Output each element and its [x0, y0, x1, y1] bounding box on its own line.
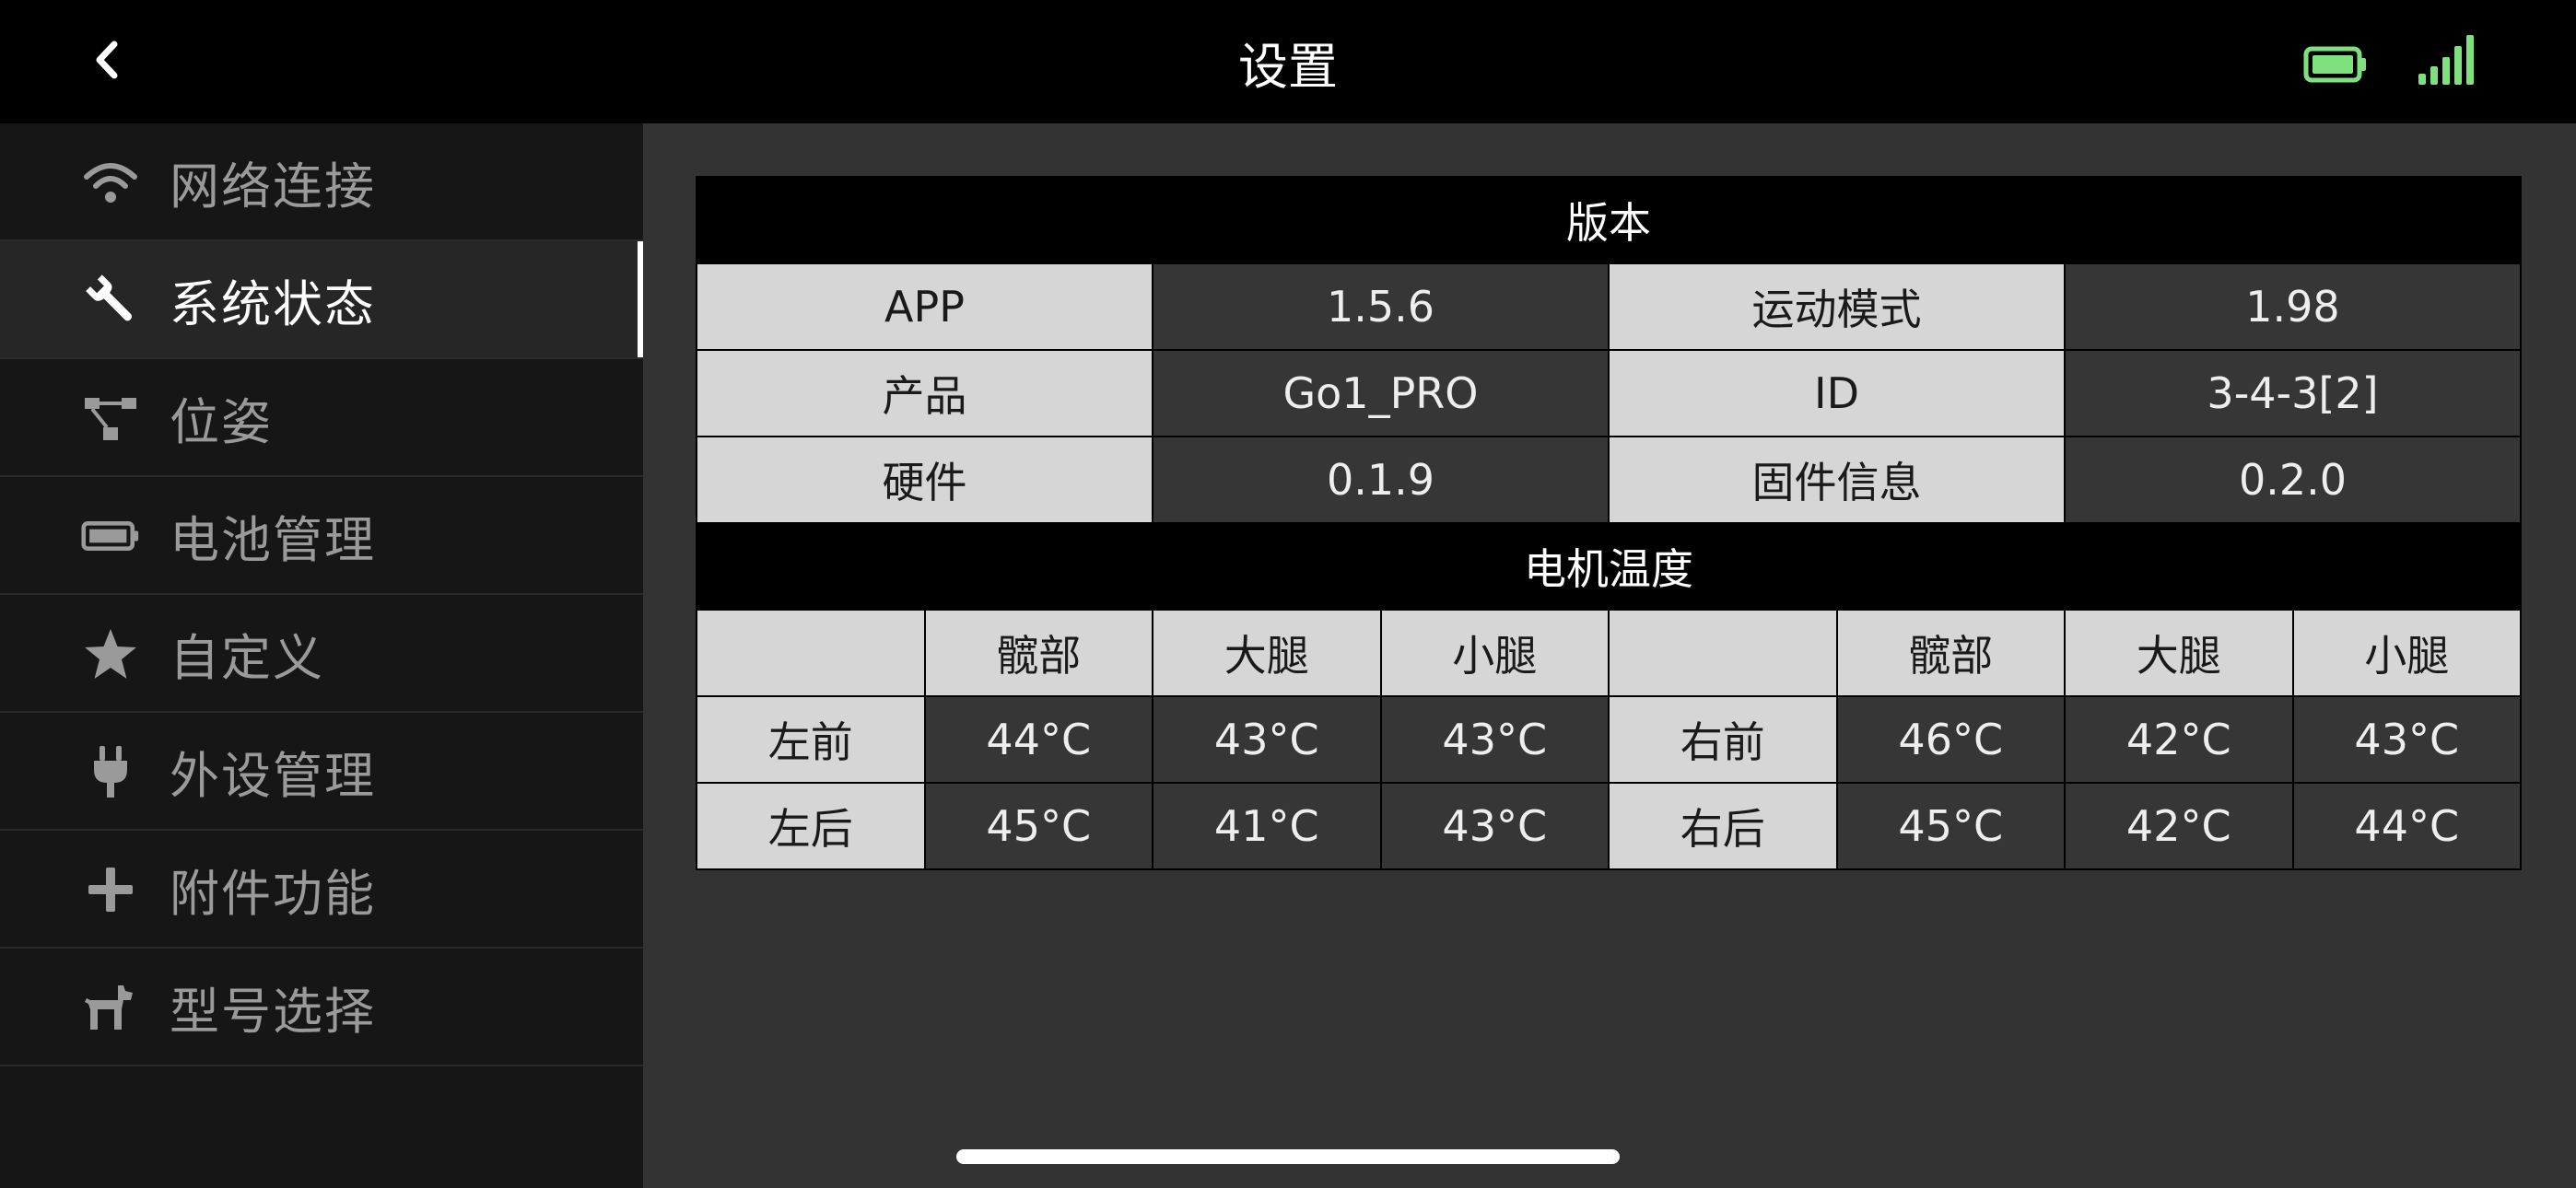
sidebar-item-label: 自定义 — [170, 628, 324, 687]
version-value: 1.5.6 — [1152, 262, 1610, 351]
sidebar-item-label: 型号选择 — [170, 982, 376, 1041]
temperature-value: 43°C — [2291, 695, 2522, 784]
temperature-value: 45°C — [923, 782, 1153, 870]
column-header: 小腿 — [1379, 609, 1610, 697]
version-value: Go1_PRO — [1152, 349, 1610, 437]
signal-strength-icon — [2418, 35, 2474, 85]
temperature-value: 42°C — [2064, 695, 2294, 784]
version-value: 0.2.0 — [2064, 436, 2522, 524]
motor-temp-column-row: 髋部 大腿 小腿 髋部 大腿 小腿 — [696, 609, 2522, 697]
sidebar-item-battery[interactable]: 电池管理 — [0, 477, 643, 595]
temperature-value: 43°C — [1379, 782, 1610, 870]
motor-temp-row: 左前 44°C 43°C 43°C 右前 46°C 42°C 43°C — [696, 695, 2522, 784]
sidebar-item-label: 附件功能 — [170, 864, 376, 923]
temperature-value: 46°C — [1835, 695, 2066, 784]
version-row: 硬件 0.1.9 固件信息 0.2.0 — [696, 436, 2522, 524]
screen: 设置 网络连接 系统状态 位姿 电池管理 自定义 外设管理 附件功能 型号选择 … — [0, 0, 2576, 1188]
column-header: 小腿 — [2291, 609, 2522, 697]
version-value: 1.98 — [2064, 262, 2522, 351]
version-header: 版本 — [696, 176, 2522, 264]
version-header-row: 版本 — [696, 176, 2522, 264]
sidebar-item-pose[interactable]: 位姿 — [0, 359, 643, 477]
sidebar-item-custom[interactable]: 自定义 — [0, 595, 643, 713]
leg-label: 右后 — [1608, 782, 1838, 870]
motor-temp-header-row: 电机温度 — [696, 522, 2522, 611]
motor-temp-row: 左后 45°C 41°C 43°C 右后 45°C 42°C 44°C — [696, 782, 2522, 870]
home-indicator[interactable] — [956, 1149, 1620, 1164]
sidebar-item-label: 网络连接 — [170, 157, 376, 215]
temperature-value: 43°C — [1152, 695, 1382, 784]
sidebar-item-model-select[interactable]: 型号选择 — [0, 949, 643, 1066]
plus-icon — [81, 864, 140, 915]
leg-label: 左前 — [696, 695, 926, 784]
sidebar-item-label: 位姿 — [170, 392, 273, 451]
wrench-icon — [81, 274, 140, 326]
leg-label: 左后 — [696, 782, 926, 870]
column-header: 髋部 — [1835, 609, 2066, 697]
version-label: 硬件 — [696, 436, 1153, 524]
battery-icon — [81, 510, 140, 562]
motor-temp-header: 电机温度 — [696, 522, 2522, 611]
dog-icon — [81, 982, 140, 1033]
version-label: APP — [696, 262, 1153, 351]
sidebar-item-label: 电池管理 — [170, 510, 376, 569]
temperature-value: 44°C — [923, 695, 1153, 784]
sidebar-item-network[interactable]: 网络连接 — [0, 123, 643, 241]
hierarchy-icon — [81, 392, 140, 444]
empty-corner-cell — [696, 609, 926, 697]
version-value: 3-4-3[2] — [2064, 349, 2522, 437]
temperature-value: 43°C — [1379, 695, 1610, 784]
wifi-icon — [81, 157, 140, 208]
temperature-value: 41°C — [1152, 782, 1382, 870]
main-panel: 版本 APP 1.5.6 运动模式 1.98 产品 Go1_PRO ID 3-4… — [643, 123, 2576, 1188]
sidebar-item-accessories[interactable]: 附件功能 — [0, 831, 643, 949]
temperature-value: 45°C — [1835, 782, 2066, 870]
leg-label: 右前 — [1608, 695, 1838, 784]
version-label: 固件信息 — [1608, 436, 2066, 524]
sidebar: 网络连接 系统状态 位姿 电池管理 自定义 外设管理 附件功能 型号选择 — [0, 123, 643, 1188]
sidebar-item-system-status[interactable]: 系统状态 — [0, 241, 643, 359]
plug-icon — [81, 746, 140, 798]
version-row: 产品 Go1_PRO ID 3-4-3[2] — [696, 349, 2522, 437]
empty-corner-cell — [1608, 609, 1838, 697]
version-label: 运动模式 — [1608, 262, 2066, 351]
sidebar-item-peripherals[interactable]: 外设管理 — [0, 713, 643, 831]
version-value: 0.1.9 — [1152, 436, 1610, 524]
column-header: 髋部 — [923, 609, 1153, 697]
column-header: 大腿 — [1152, 609, 1382, 697]
version-label: ID — [1608, 349, 2066, 437]
sidebar-item-label: 外设管理 — [170, 746, 376, 805]
star-icon — [81, 628, 140, 680]
battery-status-icon — [2303, 46, 2366, 83]
header-bar: 设置 — [0, 0, 2576, 123]
page-title: 设置 — [1238, 37, 1338, 96]
system-status-table: 版本 APP 1.5.6 运动模式 1.98 产品 Go1_PRO ID 3-4… — [696, 176, 2522, 870]
version-row: APP 1.5.6 运动模式 1.98 — [696, 262, 2522, 351]
column-header: 大腿 — [2064, 609, 2294, 697]
temperature-value: 42°C — [2064, 782, 2294, 870]
version-label: 产品 — [696, 349, 1153, 437]
sidebar-item-label: 系统状态 — [170, 274, 376, 333]
temperature-value: 44°C — [2291, 782, 2522, 870]
